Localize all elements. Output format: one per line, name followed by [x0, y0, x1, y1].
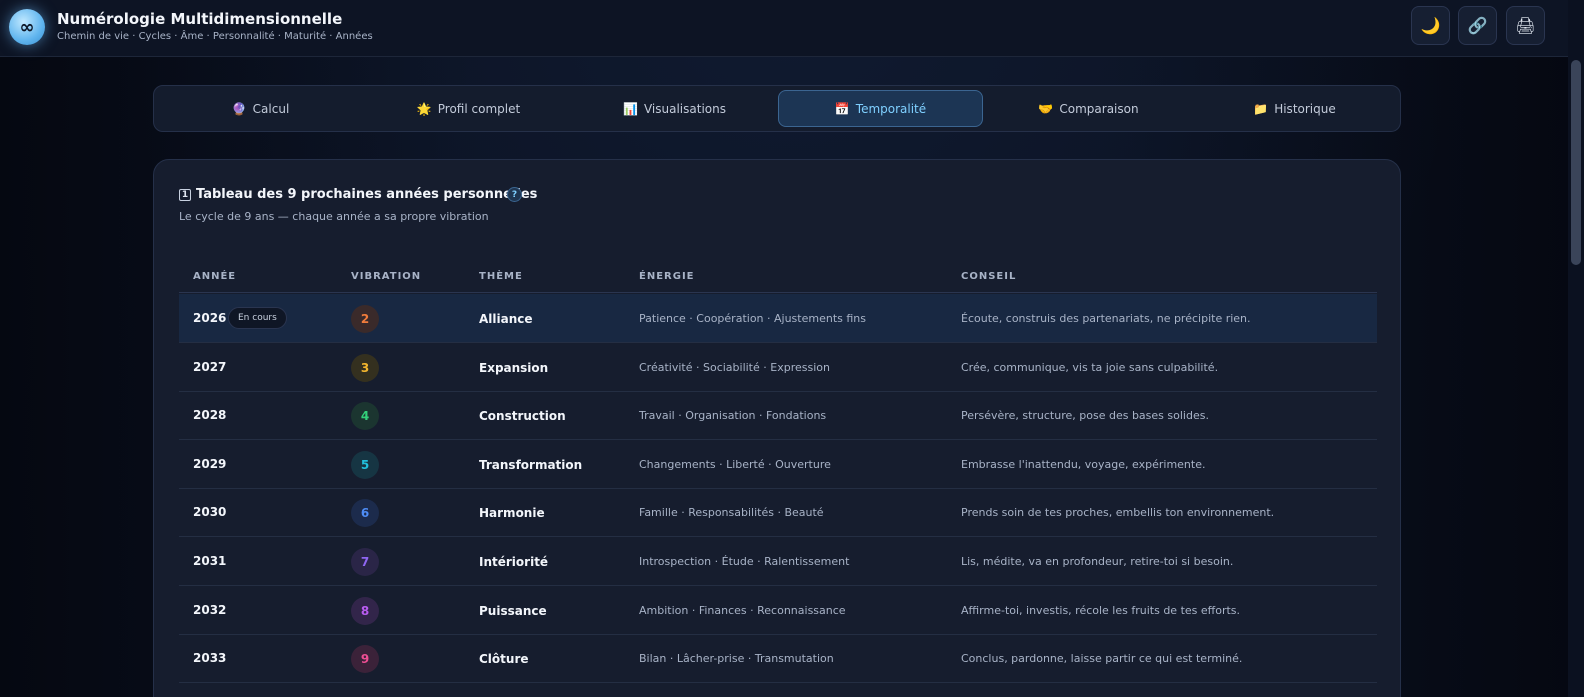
page-scrollbar[interactable] [1568, 0, 1584, 697]
row-year: 2032 [193, 602, 227, 617]
current-year-badge: En cours [228, 307, 287, 329]
vibration-number: 3 [351, 353, 379, 382]
vibration-number: 6 [351, 499, 379, 528]
table-row[interactable]: 2028 4 Construction Travail · Organisation … [179, 391, 1377, 441]
vibration-number: 2 [351, 305, 379, 333]
vibration-number: 4 [351, 402, 379, 431]
vibration-number: 9 [351, 645, 379, 674]
panel-title-text: Tableau des 9 prochaines années personne… [196, 187, 538, 202]
tab-label: Profil complet [437, 101, 521, 116]
column-header-theme: THÈME [479, 271, 523, 282]
vibration-number: 7 [351, 548, 379, 576]
tab-historique[interactable]: 📁 Historique [1192, 90, 1397, 127]
row-theme: Construction [479, 409, 566, 424]
vibration-number: 5 [351, 450, 379, 479]
row-year: 2026 [193, 311, 227, 325]
column-header-vibration: VIBRATION [351, 271, 422, 282]
table-header: ANNÉE VIBRATION THÈME ÉNERGIE CONSEIL [179, 260, 1377, 293]
app-header: ∞ Numérologie Multidimensionnelle Chemin… [0, 0, 1584, 57]
help-icon[interactable]: ? [507, 187, 522, 202]
row-energy: Changements · Liberté · Ouverture [639, 457, 831, 471]
row-theme: Intériorité [479, 555, 549, 569]
tab-label: Calcul [252, 101, 290, 116]
row-energy: Patience · Coopération · Ajustements fin… [639, 312, 866, 325]
moon-icon: 🌙 [1420, 16, 1441, 35]
row-energy: Ambition · Finances · Reconnaissance [639, 603, 846, 617]
app-logo-icon: ∞ [9, 9, 45, 45]
table-row[interactable]: 2026 En cours 2 Alliance Patience · Coopérat… [179, 294, 1377, 343]
table-row[interactable]: 2027 3 Expansion Créativité · Sociabilité ·… [179, 343, 1377, 392]
chart-icon: 📊 [623, 101, 638, 116]
tab-visualisations[interactable]: 📊 Visualisations [572, 90, 777, 127]
link-icon: 🔗 [1467, 16, 1488, 35]
app-title: Numérologie Multidimensionnelle [57, 10, 343, 28]
row-energy: Introspection · Étude · Ralentissement [639, 555, 850, 568]
calendar-icon: 📅 [834, 101, 850, 116]
tab-label: Visualisations [643, 101, 726, 116]
print-button[interactable]: 🖨 [1506, 6, 1545, 45]
column-header-annee: ANNÉE [193, 271, 237, 282]
scrollbar-thumb[interactable] [1571, 60, 1581, 265]
tab-profil-complet[interactable]: 🌟 Profil complet [366, 90, 571, 127]
row-year: 2028 [193, 408, 227, 423]
row-year: 2029 [193, 456, 227, 471]
row-theme: Expansion [479, 360, 549, 375]
theme-toggle-button[interactable]: 🌙 [1411, 6, 1450, 45]
row-advice: Écoute, construis des partenariats, ne p… [961, 312, 1251, 325]
folder-icon: 📁 [1253, 101, 1269, 116]
panel-title: 1 Tableau des 9 prochaines années person… [179, 187, 537, 202]
tab-comparaison[interactable]: 🤝 Comparaison [986, 90, 1191, 127]
row-year: 2030 [193, 505, 227, 520]
table-row[interactable]: 2031 7 Intériorité Introspection · Étude · … [179, 537, 1377, 586]
row-year: 2027 [193, 359, 227, 374]
vibration-number: 8 [351, 596, 379, 625]
column-header-energie: ÉNERGIE [639, 271, 695, 282]
row-advice: Crée, communique, vis ta joie sans culpa… [961, 360, 1219, 374]
row-advice: Conclus, pardonne, laisse partir ce qui … [961, 652, 1243, 666]
row-energy: Travail · Organisation · Fondations [639, 409, 827, 423]
row-theme: Alliance [479, 312, 533, 326]
row-theme: Puissance [479, 603, 547, 618]
tab-label: Temporalité [855, 101, 927, 116]
tab-label: Historique [1274, 101, 1336, 116]
row-advice: Prends soin de tes proches, embellis ton… [961, 506, 1275, 520]
crystal-ball-icon: 🔮 [231, 101, 247, 116]
row-theme: Clôture [479, 652, 529, 667]
panel-subtitle: Le cycle de 9 ans — chaque année a sa pr… [179, 210, 489, 223]
row-year: 2031 [193, 554, 227, 568]
number-one-icon: 1 [179, 188, 191, 201]
row-advice: Lis, médite, va en profondeur, retire-to… [961, 555, 1234, 568]
row-energy: Créativité · Sociabilité · Expression [639, 360, 830, 374]
row-advice: Persévère, structure, pose des bases sol… [961, 409, 1209, 423]
table-row[interactable]: 2029 5 Transformation Changements · Liberté… [179, 440, 1377, 489]
tab-bar: 🔮 Calcul 🌟 Profil complet 📊 Visualisatio… [153, 85, 1401, 132]
table-row[interactable]: 2033 9 Clôture Bilan · Lâcher-prise · Trans… [179, 634, 1377, 684]
app-subtitle: Chemin de vie · Cycles · Âme · Personnal… [57, 31, 373, 42]
print-icon: 🖨 [1515, 16, 1536, 35]
row-theme: Harmonie [479, 506, 545, 521]
row-theme: Transformation [479, 457, 583, 472]
row-energy: Famille · Responsabilités · Beauté [639, 506, 824, 520]
tab-label: Comparaison [1059, 101, 1139, 116]
star-icon: 🌟 [416, 101, 432, 116]
share-link-button[interactable]: 🔗 [1458, 6, 1497, 45]
tab-calcul[interactable]: 🔮 Calcul [158, 90, 363, 127]
personal-years-panel: 1 Tableau des 9 prochaines années person… [153, 159, 1401, 697]
table-row[interactable]: 2032 8 Puissance Ambition · Finances · Reco… [179, 586, 1377, 635]
row-advice: Affirme-toi, investis, récole les fruits… [961, 603, 1241, 617]
tab-temporalite[interactable]: 📅 Temporalité [778, 90, 983, 127]
column-header-conseil: CONSEIL [961, 271, 1017, 282]
row-energy: Bilan · Lâcher-prise · Transmutation [639, 652, 834, 666]
handshake-icon: 🤝 [1038, 101, 1054, 116]
row-year: 2033 [193, 651, 227, 666]
row-advice: Embrasse l'inattendu, voyage, expériment… [961, 457, 1206, 471]
table-row[interactable]: 2030 6 Harmonie Famille · Responsabilités ·… [179, 488, 1377, 538]
